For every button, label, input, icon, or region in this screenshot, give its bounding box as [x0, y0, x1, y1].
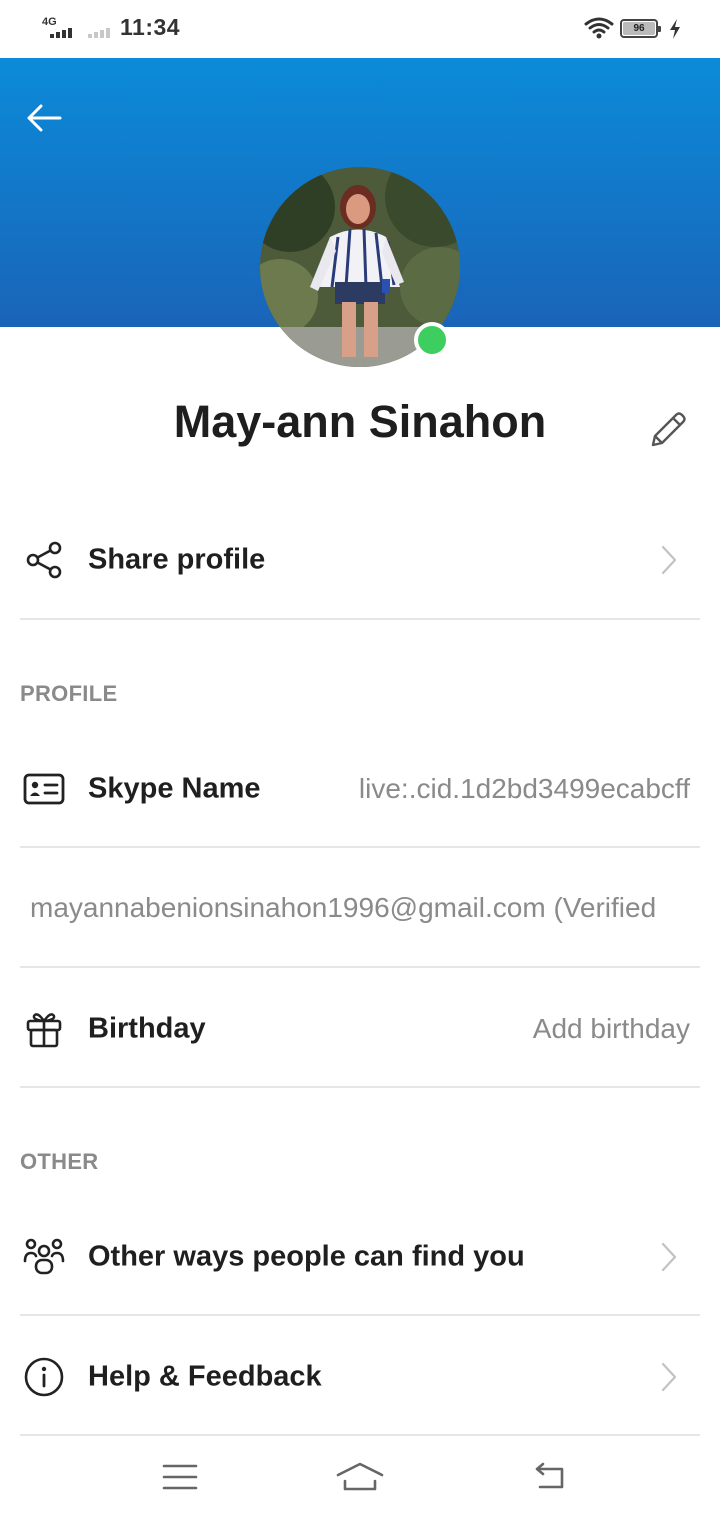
divider [20, 966, 700, 968]
divider [20, 1086, 700, 1088]
people-group-icon [22, 1235, 66, 1279]
home-nav-button[interactable] [332, 1455, 388, 1499]
share-profile-label: Share profile [88, 543, 266, 576]
chevron-right-icon [661, 1242, 677, 1272]
menu-nav-button[interactable] [152, 1455, 208, 1499]
status-bar: 4G 11:34 96 [0, 0, 720, 58]
section-header-profile: PROFILE [20, 681, 118, 706]
clock: 11:34 [120, 14, 181, 40]
charging-icon [670, 19, 680, 39]
birthday-value[interactable]: Add birthday [533, 1013, 690, 1045]
battery-level: 96 [623, 22, 655, 35]
home-icon [336, 1462, 384, 1491]
email-row[interactable]: mayannabenionsinahon1996@gmail.com (Veri… [0, 849, 720, 967]
divider [20, 1314, 700, 1316]
divider [20, 618, 700, 620]
back-nav-button[interactable] [520, 1455, 576, 1499]
battery-icon: 96 [620, 19, 661, 38]
pencil-icon [651, 412, 686, 447]
id-card-icon [22, 767, 66, 811]
help-feedback-row[interactable]: Help & Feedback [0, 1317, 720, 1437]
help-feedback-label: Help & Feedback [88, 1360, 322, 1393]
birthday-row[interactable]: Birthday Add birthday [0, 969, 720, 1089]
back-button[interactable] [20, 96, 68, 140]
divider [20, 846, 700, 848]
signal-strength-icon [50, 28, 72, 38]
skype-name-label: Skype Name [88, 772, 261, 805]
network-type: 4G [42, 16, 57, 28]
email-verified-status: (Verified [553, 892, 657, 923]
divider [20, 1434, 700, 1436]
system-navigation-bar [0, 1437, 720, 1520]
share-profile-row[interactable]: Share profile [0, 500, 720, 620]
skype-name-row[interactable]: Skype Name live:.cid.1d2bd3499ecabcff [0, 729, 720, 849]
share-icon [22, 538, 66, 582]
online-status-dot [414, 322, 450, 358]
chevron-right-icon [661, 1362, 677, 1392]
info-icon [22, 1355, 66, 1399]
profile-name: May-ann Sinahon [173, 396, 547, 447]
return-icon [535, 1462, 564, 1489]
other-ways-row[interactable]: Other ways people can find you [0, 1197, 720, 1317]
signal-strength-secondary-icon [88, 28, 110, 38]
gift-icon [22, 1007, 66, 1051]
other-ways-label: Other ways people can find you [88, 1240, 525, 1273]
menu-icon [162, 1464, 198, 1490]
arrow-left-icon [27, 104, 62, 132]
birthday-label: Birthday [88, 1012, 206, 1045]
edit-name-button[interactable] [642, 404, 694, 456]
chevron-right-icon [661, 545, 677, 575]
wifi-icon [584, 17, 614, 39]
skype-name-value: live:.cid.1d2bd3499ecabcff [358, 773, 690, 804]
section-header-other: OTHER [20, 1149, 99, 1174]
email-address: mayannabenionsinahon1996@gmail.com [30, 892, 546, 923]
email-text: mayannabenionsinahon1996@gmail.com (Veri… [30, 892, 656, 924]
